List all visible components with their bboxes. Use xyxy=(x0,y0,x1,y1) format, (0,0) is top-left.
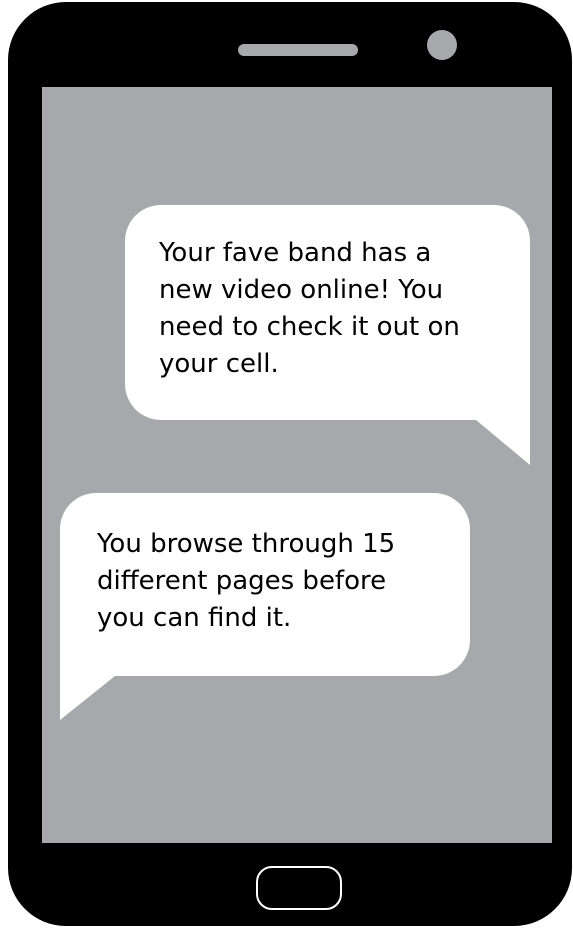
message-text: Your fave band has a new video online! Y… xyxy=(159,238,460,379)
message-text: You browse through 15 different pages be… xyxy=(97,529,396,633)
message-bubble-outgoing: You browse through 15 different pages be… xyxy=(60,493,470,676)
home-button-icon[interactable] xyxy=(256,866,342,910)
phone-device xyxy=(8,2,572,926)
message-bubble-incoming: Your fave band has a new video online! Y… xyxy=(125,205,530,420)
speaker-grille-icon xyxy=(238,44,358,56)
front-camera-icon xyxy=(427,30,457,60)
phone-screen xyxy=(42,87,552,843)
